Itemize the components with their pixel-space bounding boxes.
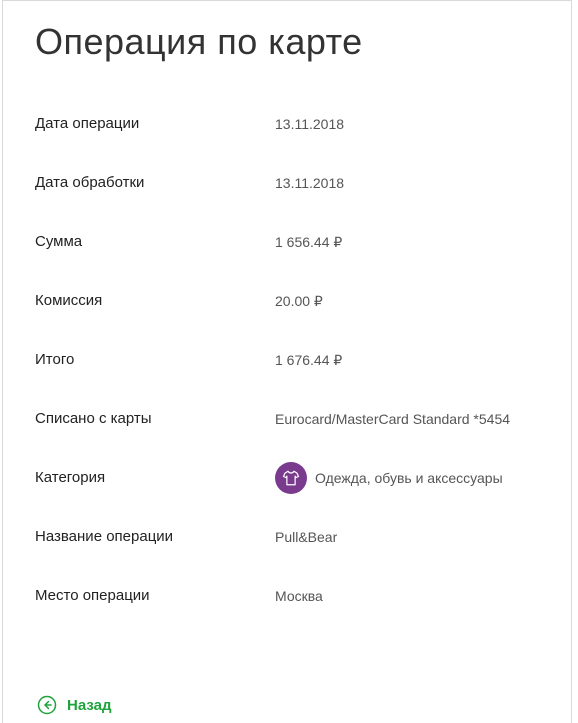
detail-row-category: Категория Одежда, обувь и аксессуары [35, 462, 565, 528]
detail-label: Категория [35, 469, 106, 486]
arrow-left-circle-icon [37, 695, 57, 715]
back-button[interactable]: Назад [37, 695, 111, 715]
detail-row-card: Списано с карты Eurocard/MasterCard Stan… [35, 410, 565, 469]
page-title: Операция по карте [35, 21, 363, 62]
detail-value: 1 676.44 ₽ [275, 352, 343, 368]
back-label: Назад [67, 696, 112, 714]
tshirt-icon [275, 462, 307, 494]
detail-row-operation-name: Название операции Pull&Bear [35, 528, 565, 587]
detail-row-total: Итого 1 676.44 ₽ [35, 351, 565, 410]
detail-value: 1 656.44 ₽ [275, 234, 343, 250]
operation-details-panel: Операция по карте Дата операции 13.11.20… [2, 0, 572, 723]
category-value: Одежда, обувь и аксессуары [275, 462, 503, 494]
detail-label: Итого [35, 351, 75, 368]
detail-label: Списано с карты [35, 410, 152, 427]
detail-value: 13.11.2018 [275, 175, 345, 191]
detail-label: Место операции [35, 587, 150, 604]
detail-row-commission: Комиссия 20.00 ₽ [35, 292, 565, 351]
detail-value: Москва [275, 588, 323, 604]
detail-label: Название операции [35, 528, 174, 545]
detail-label: Дата операции [35, 115, 140, 132]
detail-value: 13.11.2018 [275, 116, 345, 132]
detail-value: Eurocard/MasterCard Standard *5454 [275, 411, 511, 427]
detail-label: Дата обработки [35, 174, 145, 191]
detail-row-operation-place: Место операции Москва [35, 587, 565, 646]
detail-row-processing-date: Дата обработки 13.11.2018 [35, 174, 565, 233]
detail-label: Комиссия [35, 292, 103, 309]
detail-value: 20.00 ₽ [275, 293, 323, 309]
detail-row-operation-date: Дата операции 13.11.2018 [35, 115, 565, 174]
category-label: Одежда, обувь и аксессуары [315, 470, 503, 486]
detail-label: Сумма [35, 233, 83, 250]
detail-value: Pull&Bear [275, 529, 338, 545]
detail-row-amount: Сумма 1 656.44 ₽ [35, 233, 565, 292]
details-list: Дата операции 13.11.2018 Дата обработки … [35, 115, 565, 646]
